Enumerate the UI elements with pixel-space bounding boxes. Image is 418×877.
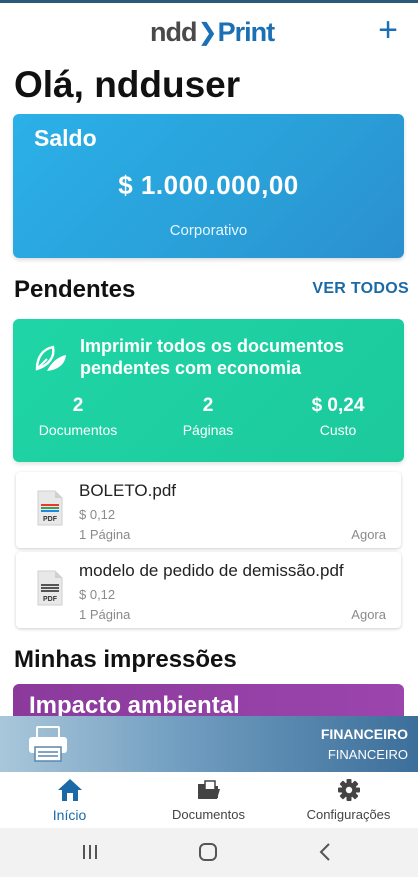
document-name: BOLETO.pdf xyxy=(79,481,177,500)
documents-stat: 2 Documentos xyxy=(38,395,118,438)
add-icon[interactable]: + xyxy=(374,13,402,47)
selected-printer-bar[interactable]: FINANCEIRO FINANCEIRO xyxy=(0,716,418,772)
pages-stat: 2 Páginas xyxy=(182,395,234,438)
system-navigation-bar xyxy=(0,828,418,877)
svg-text:PDF: PDF xyxy=(43,516,58,523)
see-all-link[interactable]: VER TODOS xyxy=(312,280,409,298)
pdf-color-icon: PDF xyxy=(37,490,63,526)
folder-icon xyxy=(197,780,220,799)
recent-apps-icon[interactable] xyxy=(70,840,110,864)
status-bar-edge xyxy=(0,0,418,3)
greeting-title: Olá, ndduser xyxy=(14,64,241,105)
document-price: $ 0,12 xyxy=(79,507,116,522)
nav-settings[interactable]: Configurações xyxy=(279,778,418,822)
print-all-economy-card[interactable]: Imprimir todos os documentos pendentes c… xyxy=(13,319,404,462)
economy-text: Imprimir todos os documentos pendentes c… xyxy=(80,336,345,378)
svg-text:PDF: PDF xyxy=(43,596,58,603)
document-pages: 1 Página xyxy=(79,527,131,542)
printer-icon xyxy=(29,726,67,762)
document-name: modelo de pedido de demissão.pdf xyxy=(79,561,344,580)
my-prints-section-title: Minhas impressões xyxy=(14,646,237,673)
document-price: $ 0,12 xyxy=(79,587,116,602)
bottom-navigation: Início Documentos Configurações xyxy=(0,772,418,828)
home-icon xyxy=(57,779,82,801)
balance-card[interactable]: Saldo $ 1.000.000,00 Corporativo xyxy=(13,114,404,258)
document-pages: 1 Página xyxy=(79,607,131,622)
document-time: Agora xyxy=(351,527,386,542)
cost-stat: $ 0,24 Custo xyxy=(311,395,365,438)
app-bar: ndd ❯ Print + xyxy=(0,10,418,54)
balance-title: Saldo xyxy=(34,125,97,151)
nav-documents[interactable]: Documentos xyxy=(139,778,278,822)
pending-document-item[interactable]: PDF modelo de pedido de demissão.pdf $ 0… xyxy=(16,552,401,628)
back-icon[interactable] xyxy=(305,840,345,864)
balance-value: $ 1.000.000,00 xyxy=(118,170,299,200)
gear-icon xyxy=(337,779,360,801)
leaf-icon xyxy=(35,345,66,371)
nav-home[interactable]: Início xyxy=(0,778,139,823)
pending-section-title: Pendentes xyxy=(14,276,136,303)
nddprint-logo: ndd ❯ Print xyxy=(150,16,275,47)
pending-document-item[interactable]: PDF BOLETO.pdf $ 0,12 1 Página Agora xyxy=(16,472,401,548)
printer-subtitle: FINANCEIRO xyxy=(327,747,408,762)
home-button-icon[interactable] xyxy=(188,840,228,864)
pdf-gray-icon: PDF xyxy=(37,570,63,606)
balance-type: Corporativo xyxy=(169,222,248,239)
printer-name: FINANCEIRO xyxy=(320,726,408,742)
document-time: Agora xyxy=(351,607,386,622)
